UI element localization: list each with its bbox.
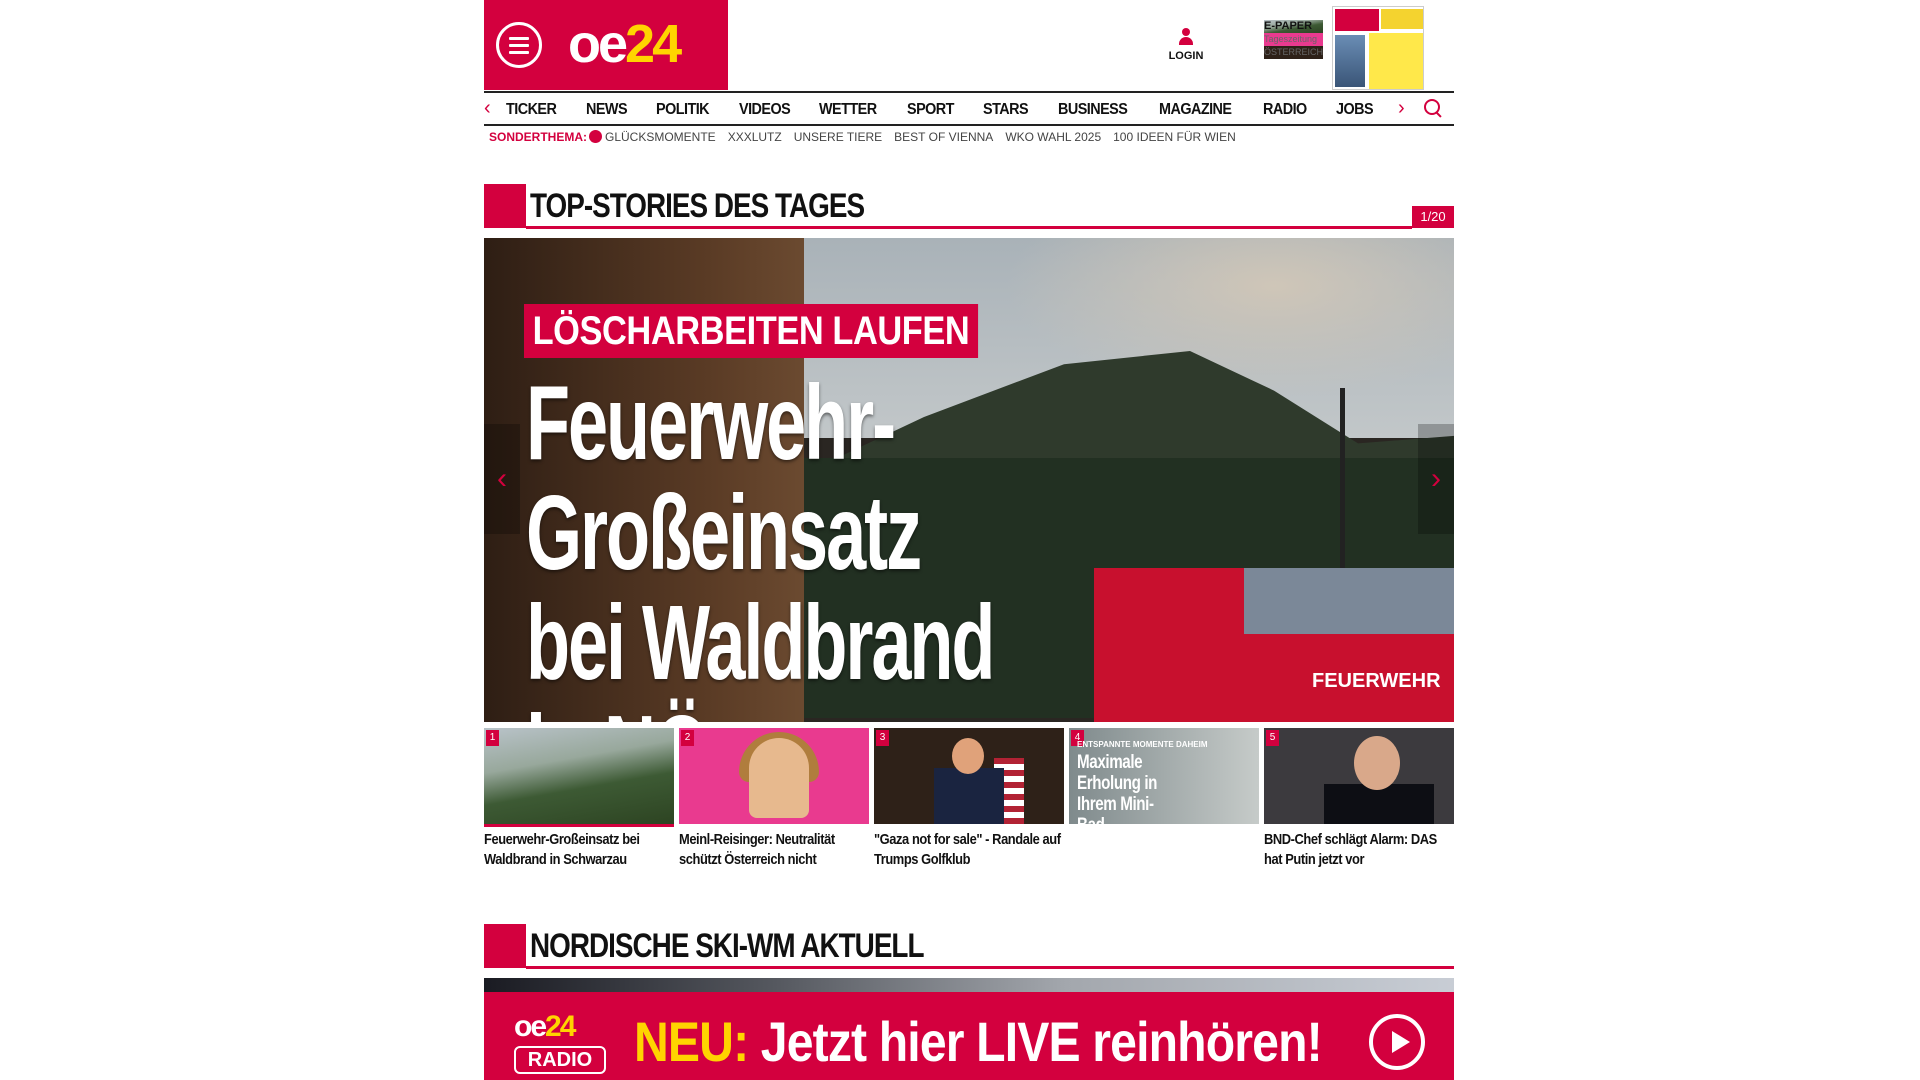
epaper-subtitle: Tageszeitung	[1264, 33, 1324, 46]
subnav-item[interactable]: WKO WAHL 2025	[1005, 130, 1101, 144]
epaper-title: E-PAPER	[1264, 20, 1324, 33]
hero-kicker: LÖSCHARBEITEN LAUFEN	[524, 304, 978, 358]
nav-item-news[interactable]: NEWS	[586, 93, 628, 126]
ad-title: Maximale Erholung in Ihrem Mini-Bad	[1077, 752, 1158, 824]
menu-icon[interactable]	[496, 22, 542, 68]
nav-item-radio[interactable]: RADIO	[1263, 93, 1307, 126]
search-icon[interactable]	[1424, 99, 1442, 117]
subnav-item[interactable]: GLÜCKSMOMENTE	[605, 130, 716, 144]
hero-story[interactable]: FEUERWEHR LÖSCHARBEITEN LAUFEN Feuerwehr…	[484, 238, 1454, 722]
epaper-link[interactable]: E-PAPER Tageszeitung ÖSTERREICH	[1264, 20, 1324, 59]
section-title: NORDISCHE SKI-WM AKTUELL	[530, 927, 925, 965]
nav-item-business[interactable]: BUSINESS	[1058, 93, 1128, 126]
epaper-cover-image[interactable]	[1332, 6, 1424, 90]
carousel-prev-icon[interactable]: ‹	[484, 424, 520, 534]
story-thumb-4-ad[interactable]: 4 ENTSPANNTE MOMENTE DAHEIM Maximale Erh…	[1069, 728, 1259, 870]
story-caption[interactable]: Meinl-Reisinger: Neutralität schützt Öst…	[679, 830, 868, 870]
story-thumb-5[interactable]: 5 BND-Chef schlägt Alarm: DAS hat Putin …	[1264, 728, 1454, 870]
nav-item-magazine[interactable]: MAGAZINE	[1159, 93, 1232, 126]
nav-item-stars[interactable]: STARS	[983, 93, 1029, 126]
nav-item-ticker[interactable]: TICKER	[506, 93, 557, 126]
subnav: SONDERTHEMA: GLÜCKSMOMENTE XXXLUTZ UNSERE …	[489, 130, 1248, 144]
banner-image-strip	[484, 978, 1454, 992]
story-caption[interactable]: Feuerwehr-Großeinsatz bei Waldbrand in S…	[484, 830, 673, 870]
nav-item-videos[interactable]: VIDEOS	[739, 93, 791, 126]
subnav-label: SONDERTHEMA:	[489, 130, 587, 144]
login-button[interactable]: LOGIN	[1166, 28, 1206, 62]
subnav-item[interactable]: XXXLUTZ	[728, 130, 782, 144]
section-header-top-stories: TOP-STORIES DES TAGES	[484, 184, 1454, 229]
nav-item-sport[interactable]: SPORT	[907, 93, 954, 126]
login-label: LOGIN	[1168, 50, 1204, 62]
section-title: TOP-STORIES DES TAGES	[530, 187, 865, 225]
nav-item-politik[interactable]: POLITIK	[656, 93, 710, 126]
radio-logo: oe24	[514, 1010, 576, 1043]
carousel-next-icon[interactable]: ›	[1418, 424, 1454, 534]
play-icon[interactable]	[1369, 1014, 1425, 1070]
story-thumb-3[interactable]: 3 "Gaza not for sale" - Randale auf Trum…	[874, 728, 1064, 870]
nav-scroll-right-icon[interactable]: ›	[1398, 97, 1405, 120]
epaper-country: ÖSTERREICH	[1264, 46, 1324, 59]
nav-item-jobs[interactable]: JOBS	[1336, 93, 1374, 126]
nav-item-wetter[interactable]: WETTER	[819, 93, 877, 126]
logo-block: oe24	[484, 0, 728, 90]
main-nav: ‹ TICKER NEWS POLITIK VIDEOS WETTER SPORT STAR…	[484, 91, 1454, 126]
subnav-item[interactable]: UNSERE TIERE	[794, 130, 882, 144]
page: oe24 LOGIN E-PAPER Tageszeitung ÖSTERREI…	[484, 0, 1454, 1080]
heart-icon	[589, 130, 602, 143]
story-caption[interactable]: "Gaza not for sale" - Randale auf Trumps…	[874, 830, 1063, 870]
radio-banner[interactable]: oe24 RADIO NEU: Jetzt hier LIVE reinhöre…	[484, 992, 1454, 1080]
user-icon	[1178, 28, 1194, 46]
ad-kicker: ENTSPANNTE MOMENTE DAHEIM	[1077, 740, 1208, 749]
story-thumbnails: 1 Feuerwehr-Großeinsatz bei Waldbrand in…	[484, 728, 1454, 870]
truck-label: FEUERWEHR	[1312, 670, 1441, 692]
radio-badge: RADIO	[514, 1046, 606, 1074]
story-thumb-1[interactable]: 1 Feuerwehr-Großeinsatz bei Waldbrand in…	[484, 728, 674, 870]
slide-counter: 1/20	[1412, 206, 1454, 228]
story-caption[interactable]: BND-Chef schlägt Alarm: DAS hat Putin je…	[1264, 830, 1453, 870]
nav-scroll-left-icon[interactable]: ‹	[484, 97, 491, 120]
subnav-item[interactable]: 100 IDEEN FÜR WIEN	[1113, 130, 1236, 144]
site-logo[interactable]: oe24	[568, 14, 682, 74]
story-thumb-2[interactable]: 2 Meinl-Reisinger: Neutralität schützt Ö…	[679, 728, 869, 870]
radio-cta[interactable]: NEU: Jetzt hier LIVE reinhören!	[634, 1010, 1323, 1074]
section-header-ski-wm: NORDISCHE SKI-WM AKTUELL	[484, 924, 1454, 969]
hero-headline[interactable]: Feuerwehr-Großeinsatz bei Waldbrand in N…	[526, 368, 1016, 722]
subnav-item[interactable]: BEST OF VIENNA	[894, 130, 993, 144]
